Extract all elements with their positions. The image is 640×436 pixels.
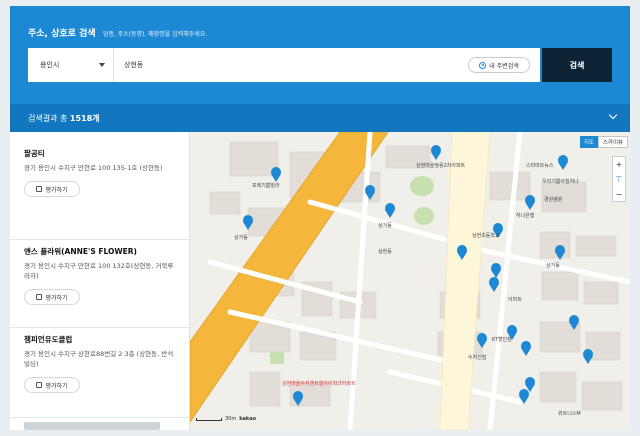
review-label: 평가하기 <box>45 294 68 302</box>
place-name: 챔피언유도클럽 <box>24 335 73 344</box>
map-type-map-button[interactable]: 지도 <box>580 136 598 148</box>
list-item[interactable]: 팔공티 경기 용인시 수지구 만현로 100 135-1호 (상현동) 평가하기 <box>10 148 189 240</box>
zoom-out-button[interactable]: − <box>613 187 625 202</box>
nearby-search-button[interactable]: 내 주변검색 <box>468 57 530 73</box>
search-hint: 업종, 주소(동명), 매장명을 입력해주세요. <box>102 31 208 38</box>
search-title: 주소, 상호로 검색 <box>28 29 96 39</box>
search-heading: 주소, 상호로 검색 업종, 주소(동명), 매장명을 입력해주세요. <box>28 26 207 39</box>
thumb-up-icon <box>36 294 43 300</box>
result-count: 1518개 <box>69 114 100 123</box>
scale-bar-icon <box>196 417 222 421</box>
map-label: 상가동 <box>546 263 560 269</box>
region-select[interactable]: 용인시 <box>28 48 114 82</box>
map-label: 이마트 <box>508 297 522 303</box>
place-name: 앤스 플라워(ANNE'S FLOWER) <box>24 247 137 256</box>
map-label: 하나은행 <box>516 213 535 219</box>
place-address: 경기 용인시 수지구 만현로 100 135-1호 (상현동) <box>24 164 163 172</box>
zoom-slider-icon[interactable]: ⊤ <box>613 172 625 187</box>
map-view[interactable]: 상현마을쌍용2차아파트 포레기쁨빌라 상가동 상가동 스타마트뉴스 우리기쁨아침… <box>190 132 630 430</box>
map-label: 상현동 <box>378 249 392 255</box>
review-button[interactable]: 평가하기 <box>24 377 80 393</box>
map-label: 경원병원 <box>544 197 563 203</box>
list-item[interactable]: 챔피언유도클럽 경기 용인시 수지구 상현로88번길 2 3층 (상현동, 반석… <box>10 328 189 418</box>
map-label: 위트니스M <box>558 411 581 417</box>
list-scrollbar[interactable] <box>24 422 160 430</box>
map-label: 상가동 <box>378 223 392 229</box>
caret-down-icon <box>99 63 105 67</box>
map-label: 스타마트뉴스 <box>526 163 554 169</box>
search-row: 용인시 내 주변검색 검색 <box>28 48 612 82</box>
map-brand: kakao <box>239 416 257 422</box>
place-name: 팔공티 <box>24 149 45 158</box>
search-button[interactable]: 검색 <box>542 48 612 82</box>
nearby-search-label: 내 주변검색 <box>489 62 519 70</box>
scale-label: 30m <box>225 416 237 422</box>
zoom-control: + ⊤ − <box>612 156 626 202</box>
map-label: 상현마을쌍용2차아파트 <box>416 163 466 169</box>
search-panel: 주소, 상호로 검색 업종, 주소(동명), 매장명을 입력해주세요. 용인시 … <box>10 6 630 104</box>
review-button[interactable]: 평가하기 <box>24 181 80 197</box>
review-label: 평가하기 <box>45 382 68 390</box>
result-prefix: 검색결과 총 <box>28 114 68 123</box>
chevron-down-icon[interactable] <box>608 110 618 120</box>
map-label: 우리기쁨아침하나 <box>542 179 579 185</box>
map-canvas <box>190 132 630 430</box>
thumb-up-icon <box>36 186 43 192</box>
map-label: 상현마을수지센트럴아이파크아파트 <box>282 381 356 387</box>
map-label: KT할인점 <box>492 337 512 343</box>
review-label: 평가하기 <box>45 186 68 194</box>
map-label: 상현초등학교 <box>472 233 500 239</box>
result-bar: 검색결과 총 1518개 <box>10 104 630 132</box>
thumb-up-icon <box>36 382 43 388</box>
map-label: 포레기쁨빌라 <box>252 183 280 189</box>
map-label: 상가동 <box>234 235 248 241</box>
review-button[interactable]: 평가하기 <box>24 289 80 305</box>
map-label: 수지신협 <box>468 355 487 361</box>
result-list: 팔공티 경기 용인시 수지구 만현로 100 135-1호 (상현동) 평가하기… <box>10 132 190 430</box>
list-item[interactable]: 앤스 플라워(ANNE'S FLOWER) 경기 용인시 수지구 만현로 100… <box>10 240 189 328</box>
map-scale: 30m kakao <box>196 416 256 422</box>
map-type-skyview-button[interactable]: 스카이뷰 <box>598 136 628 148</box>
place-address: 경기 용인시 수지구 만현로 100 132호(상현동, 거북루라자) <box>24 262 174 280</box>
region-value: 용인시 <box>40 61 60 69</box>
place-address: 경기 용인시 수지구 상현로88번길 2 3층 (상현동, 반석빌딩) <box>24 350 174 368</box>
zoom-in-button[interactable]: + <box>613 157 625 172</box>
location-target-icon <box>479 61 487 69</box>
app-frame: 주소, 상호로 검색 업종, 주소(동명), 매장명을 입력해주세요. 용인시 … <box>10 6 630 430</box>
